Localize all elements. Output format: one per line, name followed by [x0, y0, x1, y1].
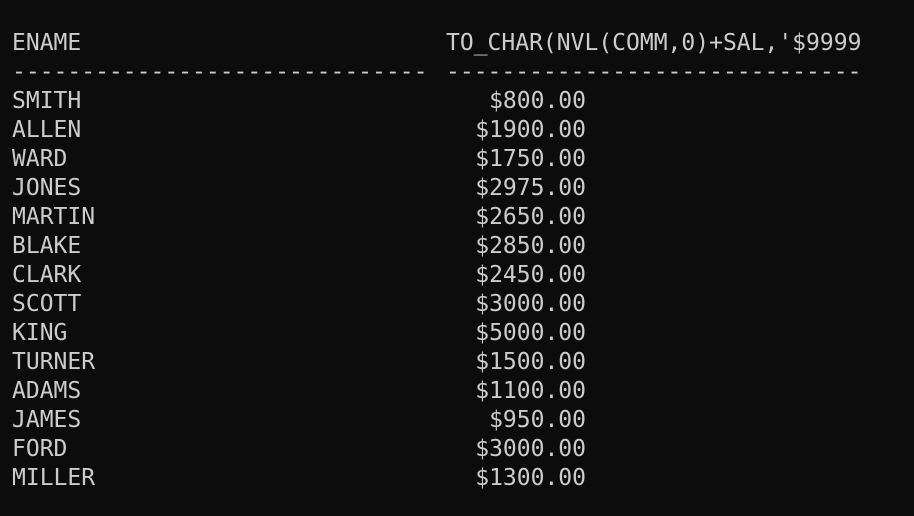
ename-cell: ALLEN	[12, 117, 82, 143]
table-row: MILLER $1300.00	[12, 464, 902, 493]
value-cell: $1100.00	[475, 378, 586, 404]
terminal-output: ENAME TO_CHAR(NVL(COMM,0)+SAL,'$9999 ---…	[12, 29, 902, 493]
value-cell: $3000.00	[475, 291, 586, 317]
ename-cell: ADAMS	[12, 378, 82, 404]
ename-cell: FORD	[12, 436, 68, 462]
ename-column-separator: ------------------------------	[12, 59, 428, 85]
value-cell: $1900.00	[475, 117, 586, 143]
header-row: ENAME TO_CHAR(NVL(COMM,0)+SAL,'$9999	[12, 29, 902, 58]
ename-cell: KING	[12, 320, 68, 346]
table-row: CLARK $2450.00	[12, 261, 902, 290]
value-column-separator: ------------------------------	[446, 59, 862, 85]
value-cell: $5000.00	[475, 320, 586, 346]
ename-cell: TURNER	[12, 349, 96, 375]
result-rows: SMITH $800.00 ALLEN $1900.00 WARD $1750.00 JON…	[12, 87, 902, 493]
ename-cell: JONES	[12, 175, 82, 201]
table-row: FORD $3000.00	[12, 435, 902, 464]
table-row: TURNER $1500.00	[12, 348, 902, 377]
value-cell: $950.00	[489, 407, 586, 433]
table-row: KING $5000.00	[12, 319, 902, 348]
value-cell: $800.00	[489, 88, 586, 114]
table-row: ADAMS $1100.00	[12, 377, 902, 406]
table-row: SCOTT $3000.00	[12, 290, 902, 319]
ename-cell: MILLER	[12, 465, 96, 491]
table-row: WARD $1750.00	[12, 145, 902, 174]
table-row: ALLEN $1900.00	[12, 116, 902, 145]
table-row: JAMES $950.00	[12, 406, 902, 435]
separator-row: ------------------------------ ---------…	[12, 58, 902, 87]
table-row: MARTIN $2650.00	[12, 203, 902, 232]
ename-cell: CLARK	[12, 262, 82, 288]
value-cell: $2650.00	[475, 204, 586, 230]
value-cell: $1500.00	[475, 349, 586, 375]
value-cell: $1750.00	[475, 146, 586, 172]
ename-cell: MARTIN	[12, 204, 96, 230]
value-cell: $3000.00	[475, 436, 586, 462]
ename-cell: SCOTT	[12, 291, 82, 317]
table-row: BLAKE $2850.00	[12, 232, 902, 261]
value-cell: $1300.00	[475, 465, 586, 491]
value-column-header: TO_CHAR(NVL(COMM,0)+SAL,'$9999	[446, 30, 862, 56]
ename-cell: WARD	[12, 146, 68, 172]
ename-cell: JAMES	[12, 407, 82, 433]
value-cell: $2450.00	[475, 262, 586, 288]
table-row: SMITH $800.00	[12, 87, 902, 116]
ename-column-header: ENAME	[12, 30, 82, 56]
ename-cell: BLAKE	[12, 233, 82, 259]
value-cell: $2975.00	[475, 175, 586, 201]
value-cell: $2850.00	[475, 233, 586, 259]
ename-cell: SMITH	[12, 88, 82, 114]
table-row: JONES $2975.00	[12, 174, 902, 203]
